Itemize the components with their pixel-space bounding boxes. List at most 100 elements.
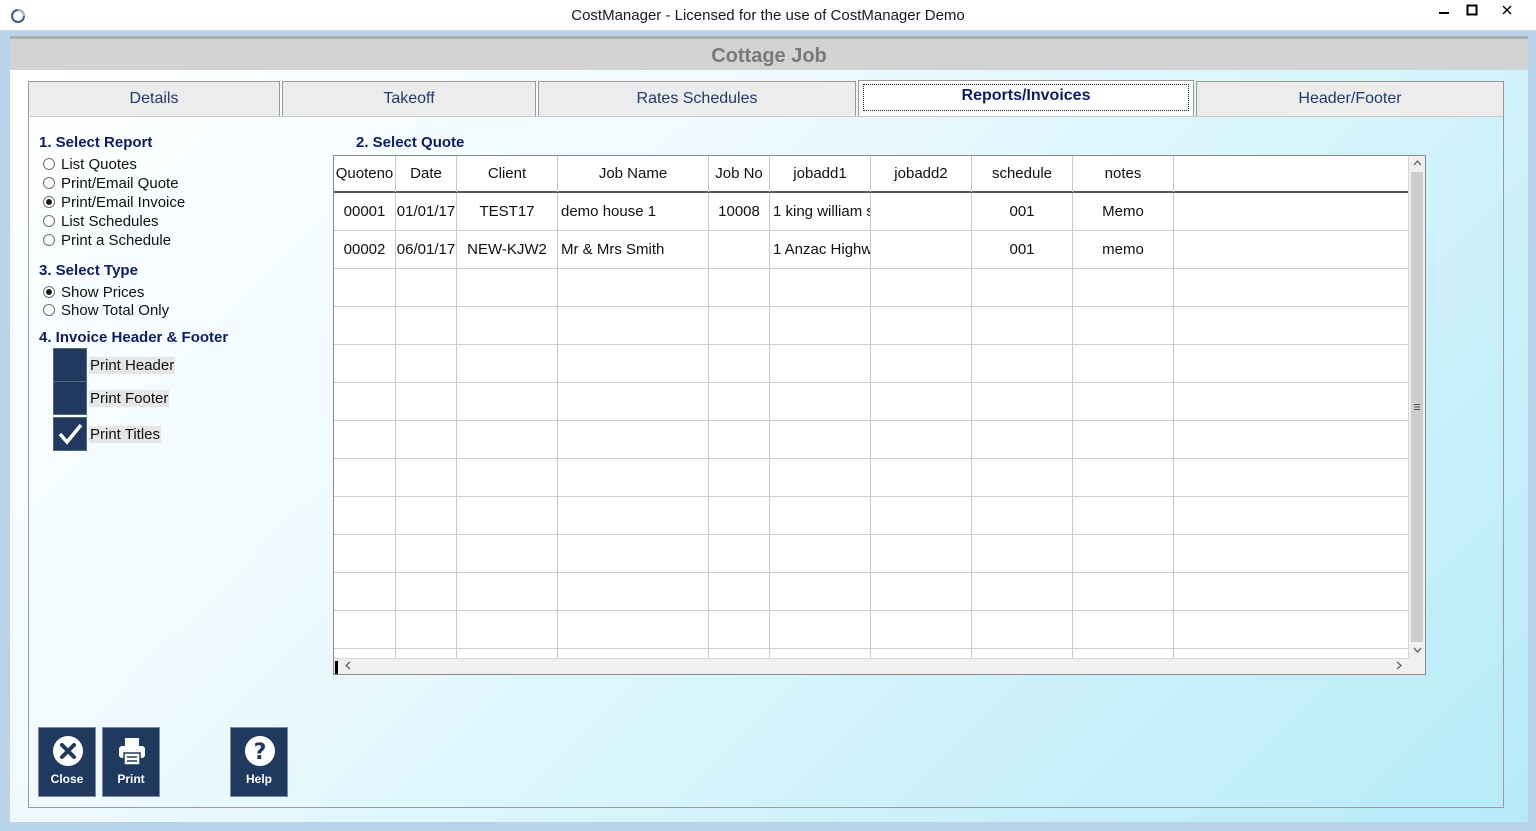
- table-cell[interactable]: [1073, 345, 1174, 382]
- table-cell[interactable]: [558, 383, 709, 420]
- close-window-button[interactable]: [1492, 0, 1522, 22]
- table-cell[interactable]: [972, 421, 1073, 458]
- column-header-client[interactable]: Client: [457, 156, 558, 192]
- table-cell[interactable]: [457, 421, 558, 458]
- radio-button-selected[interactable]: [43, 196, 55, 208]
- radio-button[interactable]: [43, 215, 55, 227]
- empty-table-row[interactable]: [334, 497, 1408, 535]
- table-cell[interactable]: [396, 383, 457, 420]
- table-cell[interactable]: [709, 497, 770, 534]
- table-cell[interactable]: [558, 269, 709, 306]
- table-cell[interactable]: 00001: [334, 193, 396, 230]
- table-cell[interactable]: [558, 573, 709, 610]
- help-button[interactable]: ? Help: [230, 727, 288, 797]
- table-cell[interactable]: [871, 421, 972, 458]
- table-cell[interactable]: [709, 611, 770, 648]
- table-cell[interactable]: [334, 383, 396, 420]
- table-cell[interactable]: [871, 345, 972, 382]
- scroll-up-icon[interactable]: [1409, 156, 1425, 170]
- table-cell[interactable]: [871, 611, 972, 648]
- maximize-button[interactable]: [1458, 0, 1486, 22]
- column-header-schedule[interactable]: schedule: [972, 156, 1073, 192]
- table-cell[interactable]: [334, 573, 396, 610]
- column-header-jobadd1[interactable]: jobadd1: [770, 156, 871, 192]
- empty-table-row[interactable]: [334, 459, 1408, 497]
- table-cell[interactable]: [457, 383, 558, 420]
- column-header-jobadd2[interactable]: jobadd2: [871, 156, 972, 192]
- empty-table-row[interactable]: [334, 421, 1408, 459]
- table-cell[interactable]: 1 Anzac Highw: [770, 231, 871, 268]
- empty-table-row[interactable]: [334, 573, 1408, 611]
- table-cell[interactable]: [871, 497, 972, 534]
- table-cell[interactable]: [972, 307, 1073, 344]
- table-cell[interactable]: [1073, 307, 1174, 344]
- table-cell[interactable]: [871, 193, 972, 230]
- table-cell[interactable]: [972, 573, 1073, 610]
- table-cell[interactable]: [334, 307, 396, 344]
- checkbox[interactable]: [53, 348, 87, 382]
- table-cell[interactable]: [709, 383, 770, 420]
- column-header-date[interactable]: Date: [396, 156, 457, 192]
- table-cell[interactable]: [709, 421, 770, 458]
- table-cell[interactable]: [558, 497, 709, 534]
- table-cell[interactable]: [770, 497, 871, 534]
- table-cell[interactable]: [396, 535, 457, 572]
- table-cell[interactable]: [396, 307, 457, 344]
- table-cell[interactable]: [457, 611, 558, 648]
- table-cell[interactable]: 10008: [709, 193, 770, 230]
- table-cell[interactable]: [457, 459, 558, 496]
- table-cell[interactable]: [770, 307, 871, 344]
- radio-button[interactable]: [43, 158, 55, 170]
- empty-table-row[interactable]: [334, 535, 1408, 573]
- table-cell[interactable]: [709, 535, 770, 572]
- table-cell[interactable]: [1073, 611, 1174, 648]
- table-cell[interactable]: [396, 497, 457, 534]
- table-cell[interactable]: Memo: [1073, 193, 1174, 230]
- table-cell[interactable]: [709, 269, 770, 306]
- table-row[interactable]: 00001 01/01/17 TEST17 demo house 1 10008 1 ki…: [334, 193, 1408, 231]
- table-cell[interactable]: TEST17: [457, 193, 558, 230]
- close-button[interactable]: Close: [38, 727, 96, 797]
- table-cell[interactable]: [457, 307, 558, 344]
- table-cell[interactable]: [709, 345, 770, 382]
- empty-table-row[interactable]: [334, 307, 1408, 345]
- table-cell[interactable]: [396, 345, 457, 382]
- table-cell[interactable]: [396, 269, 457, 306]
- table-cell[interactable]: [457, 497, 558, 534]
- table-cell[interactable]: 00002: [334, 231, 396, 268]
- table-cell[interactable]: [1073, 421, 1174, 458]
- table-cell[interactable]: [709, 307, 770, 344]
- table-cell[interactable]: Mr & Mrs Smith: [558, 231, 709, 268]
- tab-reports-invoices[interactable]: Reports/Invoices: [858, 80, 1194, 116]
- vertical-scrollbar[interactable]: [1408, 156, 1425, 658]
- table-cell[interactable]: [334, 345, 396, 382]
- table-cell[interactable]: [871, 269, 972, 306]
- table-cell[interactable]: [972, 459, 1073, 496]
- table-cell[interactable]: [770, 421, 871, 458]
- table-cell[interactable]: [709, 459, 770, 496]
- table-cell[interactable]: [457, 535, 558, 572]
- radio-button[interactable]: [43, 304, 55, 316]
- table-cell[interactable]: [770, 573, 871, 610]
- tab-rates-schedules[interactable]: Rates Schedules: [538, 81, 856, 116]
- table-cell[interactable]: [558, 535, 709, 572]
- table-cell[interactable]: [972, 383, 1073, 420]
- table-cell[interactable]: [972, 611, 1073, 648]
- checkbox[interactable]: [53, 381, 87, 415]
- table-cell[interactable]: [334, 269, 396, 306]
- table-cell[interactable]: [972, 497, 1073, 534]
- table-cell[interactable]: [457, 573, 558, 610]
- table-cell[interactable]: [770, 269, 871, 306]
- table-cell[interactable]: [1073, 535, 1174, 572]
- table-cell[interactable]: [334, 421, 396, 458]
- tab-takeoff[interactable]: Takeoff: [282, 81, 536, 116]
- table-cell[interactable]: [871, 459, 972, 496]
- table-cell[interactable]: [334, 611, 396, 648]
- column-header-notes[interactable]: notes: [1073, 156, 1174, 192]
- table-cell[interactable]: [334, 497, 396, 534]
- column-header-quoteno[interactable]: Quoteno: [334, 156, 396, 192]
- table-cell[interactable]: [558, 611, 709, 648]
- table-row[interactable]: 00002 06/01/17 NEW-KJW2 Mr & Mrs Smith 1 Anz…: [334, 231, 1408, 269]
- table-cell[interactable]: [396, 459, 457, 496]
- table-cell[interactable]: 06/01/17: [396, 231, 457, 268]
